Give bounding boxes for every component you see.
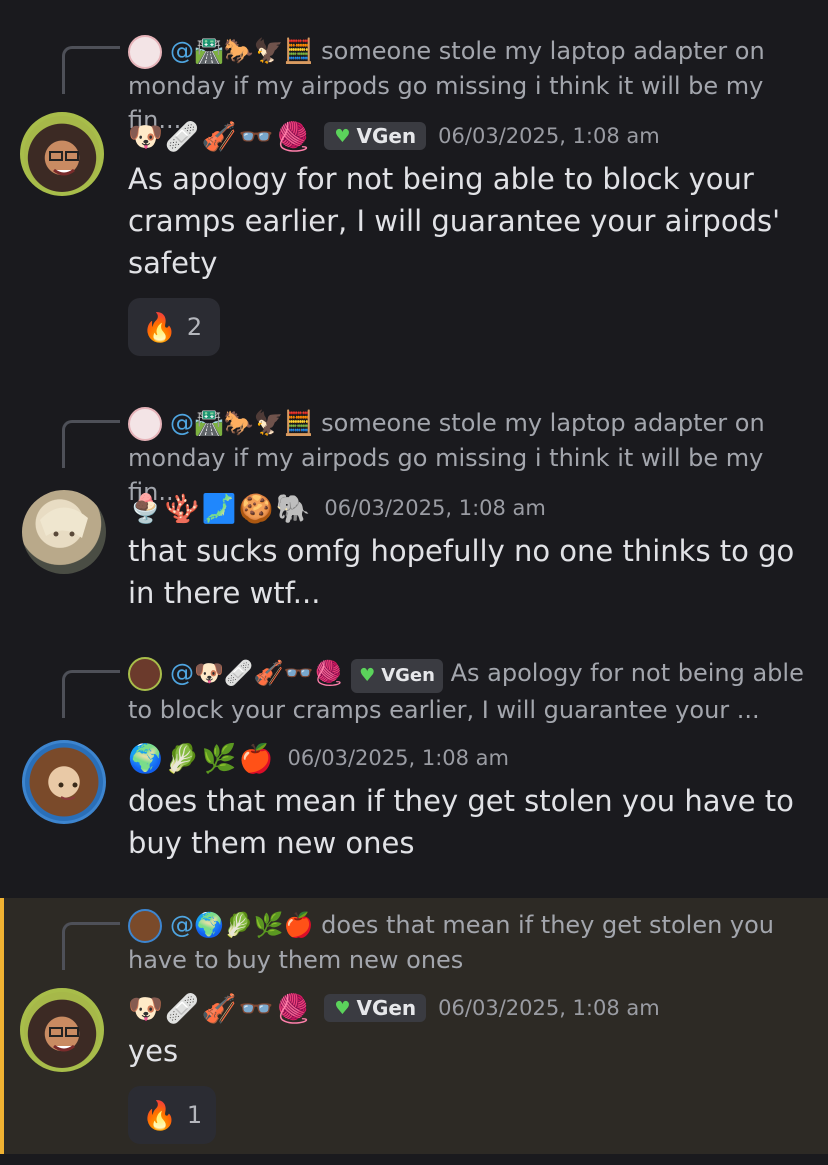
vgen-tag[interactable]: ♥ VGen [324,122,427,150]
message-header: 🐶🩹🎻👓🧶 ♥ VGen 06/03/2025, 1:08 am [128,116,660,156]
message-text: that sucks omfg hopefully no one thinks … [128,534,795,610]
reply-avatar [128,407,162,441]
reply-author[interactable]: @🌍🥬🌿🍎 [170,911,314,939]
vgen-tag[interactable]: ♥ VGen [351,659,443,693]
timestamp: 06/03/2025, 1:08 am [438,996,660,1020]
message-3: @🐶🩹🎻👓🧶 ♥ VGen As apology for not being ab… [0,630,828,898]
curly-hair-avatar-icon [58,782,78,800]
avatar[interactable] [22,740,106,824]
message-header: 🌍🥬🌿🍎 06/03/2025, 1:08 am [128,738,509,778]
reply-spine [62,420,120,468]
frog-hat-avatar-icon [49,1027,79,1052]
reply-spine [62,46,120,94]
reply-avatar [128,657,162,691]
vgen-tag[interactable]: ♥ VGen [324,994,427,1022]
message-2: @🛣️🐎🦅🧮 someone stole my laptop adapter o… [0,380,828,630]
message-4-highlighted: @🌍🥬🌿🍎 does that mean if they get stolen … [0,898,828,1154]
reply-avatar [128,909,162,943]
reaction-button[interactable]: 🔥 2 [128,298,220,356]
message-1: @🛣️🐎🦅🧮 someone stole my laptop adapter o… [0,0,828,380]
reply-spine [62,670,120,718]
avatar[interactable] [22,490,106,574]
message-header: 🍨🪸🗾🍪🐘 06/03/2025, 1:08 am [128,488,546,528]
timestamp: 06/03/2025, 1:08 am [287,746,509,770]
reply-author[interactable]: @🛣️🐎🦅🧮 [170,37,314,65]
author-name[interactable]: 🍨🪸🗾🍪🐘 [128,492,312,525]
fire-icon: 🔥 [142,1098,177,1132]
avatar[interactable] [20,988,104,1072]
heart-icon: ♥ [334,125,351,147]
fire-icon: 🔥 [142,310,177,344]
message-text: As apology for not being able to block y… [128,162,781,280]
reaction-count: 1 [186,1101,203,1129]
reaction-button[interactable]: 🔥 1 [128,1086,216,1144]
message-header: 🐶🩹🎻👓🧶 ♥ VGen 06/03/2025, 1:08 am [128,988,660,1028]
reply-preview[interactable]: @🐶🩹🎻👓🧶 ♥ VGen As apology for not being ab… [128,656,808,727]
avatar[interactable] [20,112,104,196]
message-text: yes [128,1034,179,1068]
heart-icon: ♥ [359,665,376,686]
timestamp: 06/03/2025, 1:08 am [324,496,546,520]
reaction-count: 2 [186,313,203,341]
reply-author[interactable]: @🐶🩹🎻👓🧶 [170,659,343,687]
reply-preview[interactable]: @🌍🥬🌿🍎 does that mean if they get stolen … [128,908,808,977]
reply-avatar [128,35,162,69]
timestamp: 06/03/2025, 1:08 am [438,124,660,148]
author-name[interactable]: 🌍🥬🌿🍎 [128,742,275,775]
author-name[interactable]: 🐶🩹🎻👓🧶 [128,120,312,153]
message-text: does that mean if they get stolen you ha… [128,784,794,860]
reply-spine [62,922,120,970]
frog-hat-avatar-icon [49,151,79,176]
author-name[interactable]: 🐶🩹🎻👓🧶 [128,992,312,1025]
reply-author[interactable]: @🛣️🐎🦅🧮 [170,409,314,437]
heart-icon: ♥ [334,997,351,1019]
pale-hair-avatar-icon [40,507,88,538]
